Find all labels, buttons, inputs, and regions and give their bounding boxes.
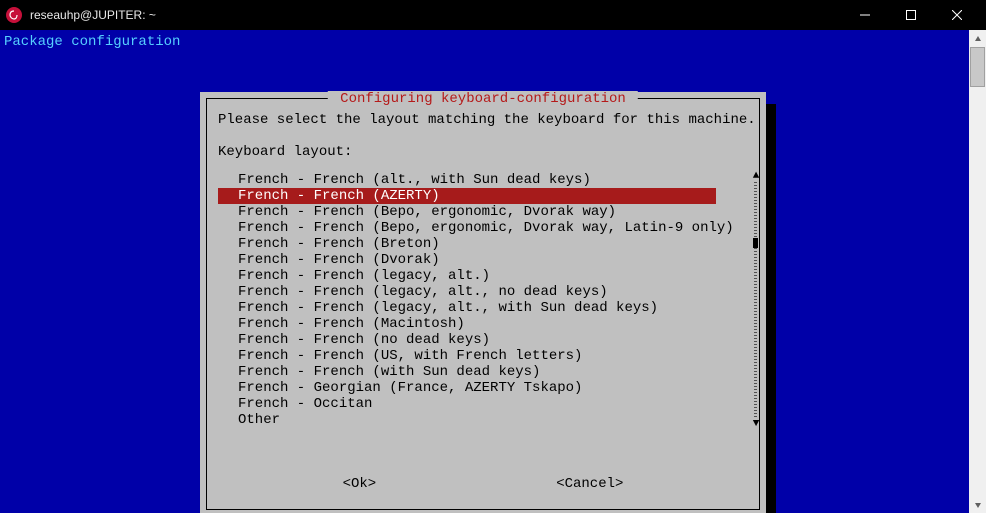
maximize-button[interactable] xyxy=(888,0,934,30)
window-titlebar[interactable]: reseauhp@JUPITER: ~ xyxy=(0,0,986,30)
close-button[interactable] xyxy=(934,0,980,30)
scroll-down-arrow-icon[interactable]: ▼ xyxy=(752,420,760,428)
window-scrollbar[interactable] xyxy=(969,30,986,513)
keyboard-layout-list[interactable]: French - French (alt., with Sun dead key… xyxy=(218,172,746,428)
field-label: Keyboard layout: xyxy=(218,144,352,160)
terminal-client-area: Package configuration Configuring keyboa… xyxy=(0,30,986,513)
scroll-track[interactable] xyxy=(754,182,757,418)
list-item[interactable]: French - French (Dvorak) xyxy=(218,252,746,268)
window-scroll-thumb[interactable] xyxy=(970,47,985,87)
list-item[interactable]: French - French (US, with French letters… xyxy=(218,348,746,364)
list-item[interactable]: French - French (Macintosh) xyxy=(218,316,746,332)
dialog-instruction: Please select the layout matching the ke… xyxy=(218,112,756,128)
scroll-thumb[interactable] xyxy=(753,238,758,248)
package-configuration-label: Package configuration xyxy=(4,34,180,50)
list-item[interactable]: French - French (alt., with Sun dead key… xyxy=(218,172,746,188)
debian-swirl-icon xyxy=(6,7,22,23)
list-item[interactable]: French - French (AZERTY) xyxy=(218,188,716,204)
dialog-button-row: <Ok> <Cancel> xyxy=(200,476,766,492)
list-item[interactable]: French - Occitan xyxy=(218,396,746,412)
list-item[interactable]: French - French (legacy, alt.) xyxy=(218,268,746,284)
scroll-up-arrow-icon[interactable]: ▲ xyxy=(752,172,760,180)
cancel-button[interactable]: <Cancel> xyxy=(556,476,623,492)
window-title: reseauhp@JUPITER: ~ xyxy=(30,8,156,22)
minimize-button[interactable] xyxy=(842,0,888,30)
list-item[interactable]: Other xyxy=(218,412,746,428)
list-item[interactable]: French - French (with Sun dead keys) xyxy=(218,364,746,380)
window-scroll-up-icon[interactable] xyxy=(969,30,986,47)
list-item[interactable]: French - French (Breton) xyxy=(218,236,746,252)
list-item[interactable]: French - French (Bepo, ergonomic, Dvorak… xyxy=(218,220,746,236)
window-scroll-down-icon[interactable] xyxy=(969,496,986,513)
list-item[interactable]: French - French (legacy, alt., no dead k… xyxy=(218,284,746,300)
list-item[interactable]: French - French (no dead keys) xyxy=(218,332,746,348)
ok-button[interactable]: <Ok> xyxy=(343,476,377,492)
list-item[interactable]: French - Georgian (France, AZERTY Tskapo… xyxy=(218,380,746,396)
list-scrollbar[interactable]: ▲ ▼ xyxy=(752,172,760,428)
keyboard-config-dialog: Configuring keyboard-configuration Pleas… xyxy=(200,92,766,513)
terminal-window: reseauhp@JUPITER: ~ Package configuratio… xyxy=(0,0,986,513)
list-item[interactable]: French - French (legacy, alt., with Sun … xyxy=(218,300,746,316)
dialog-title: Configuring keyboard-configuration xyxy=(328,91,638,107)
list-item[interactable]: French - French (Bepo, ergonomic, Dvorak… xyxy=(218,204,746,220)
